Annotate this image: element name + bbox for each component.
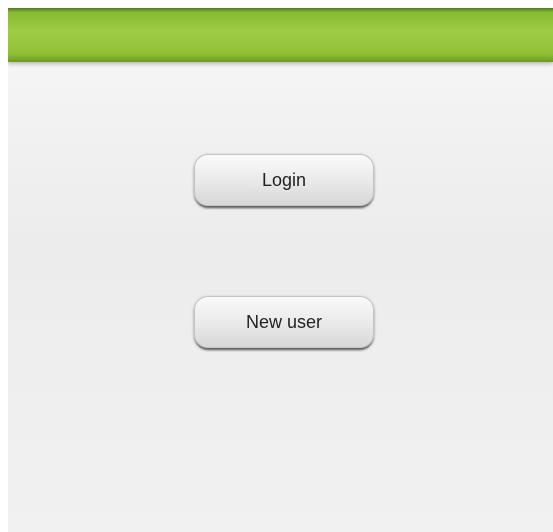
new-user-button[interactable]: New user	[194, 296, 374, 348]
new-user-button-label: New user	[245, 311, 323, 332]
login-button[interactable]: Login	[194, 154, 374, 206]
login-button-label: Login	[261, 169, 307, 190]
app-screen: Login New user	[8, 8, 553, 532]
action-bar	[8, 8, 553, 62]
